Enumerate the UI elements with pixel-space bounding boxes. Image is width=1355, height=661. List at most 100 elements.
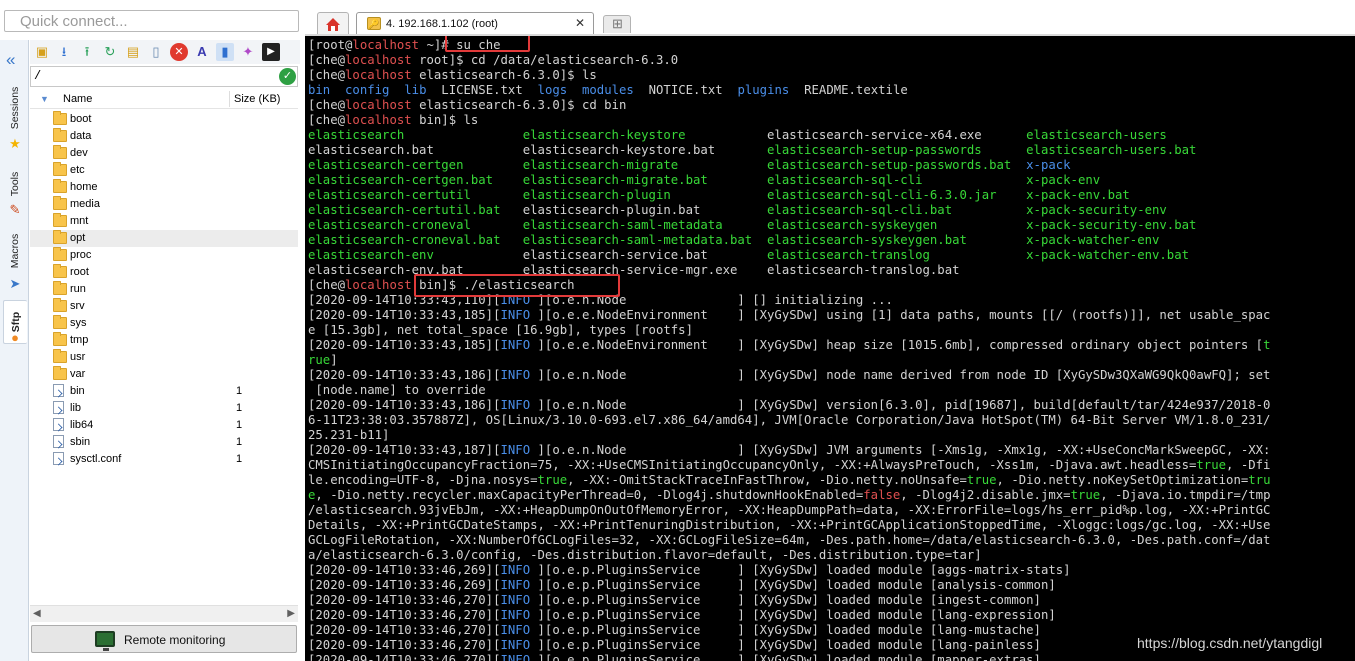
- file-row[interactable]: root: [30, 264, 298, 281]
- file-row[interactable]: run: [30, 281, 298, 298]
- upload-folder-icon[interactable]: ▣: [33, 43, 51, 61]
- file-row[interactable]: data: [30, 128, 298, 145]
- sftp-path-input[interactable]: /: [30, 66, 298, 87]
- file-row[interactable]: var: [30, 366, 298, 383]
- terminal-segment: [node.name] to override: [308, 383, 486, 397]
- terminal-segment: [2020-09-14T10:33:43,185][: [308, 338, 501, 352]
- terminal-segment: [root@: [308, 38, 353, 52]
- file-row[interactable]: mnt: [30, 213, 298, 230]
- terminal-segment: , -Dio.netty.recycler.maxCapacityPerThre…: [315, 488, 864, 502]
- terminal-segment: localhost: [345, 53, 412, 67]
- properties-icon[interactable]: ▮: [216, 43, 234, 61]
- folder-icon: [53, 162, 67, 176]
- folder-icon: [53, 281, 67, 295]
- tab-session-root[interactable]: 🔑 4. 192.168.1.102 (root) ✕: [356, 12, 594, 35]
- terminal-segment: modules: [581, 83, 634, 97]
- terminal-segment: README.textile: [789, 83, 908, 97]
- refresh-icon[interactable]: ↻: [101, 43, 119, 61]
- tab-macros[interactable]: Macros: [3, 225, 27, 277]
- file-row-selected[interactable]: opt: [30, 230, 298, 247]
- terminal-segment: lib: [404, 83, 427, 97]
- terminal-segment: ][o.e.n.Node ] [XyGySDw] node name deriv…: [530, 368, 1271, 382]
- scroll-right-icon[interactable]: ▶: [287, 608, 295, 619]
- download-icon[interactable]: ⭳: [55, 43, 73, 61]
- new-file-icon[interactable]: ▯: [147, 43, 165, 61]
- file-row[interactable]: media: [30, 196, 298, 213]
- file-list-header: ▼ Name Size (KB): [30, 89, 298, 109]
- terminal-icon[interactable]: ▶: [262, 43, 280, 61]
- new-folder-icon[interactable]: ▤: [124, 43, 142, 61]
- terminal-segment: INFO: [500, 563, 531, 577]
- file-row[interactable]: home: [30, 179, 298, 196]
- terminal-view[interactable]: [root@localhost ~]# su che [che@localhost…: [305, 34, 1355, 661]
- terminal-line: [che@localhost elasticsearch-6.3.0]$ cd …: [308, 98, 1270, 113]
- terminal-segment: , -XX:-OmitStackTraceInFastThrow, -Dio.n…: [567, 473, 967, 487]
- file-row[interactable]: sys: [30, 315, 298, 332]
- file-row[interactable]: proc: [30, 247, 298, 264]
- rename-icon[interactable]: A: [193, 43, 211, 61]
- terminal-segment: true: [966, 473, 997, 487]
- terminal-segment: localhost: [352, 38, 420, 52]
- file-row[interactable]: usr: [30, 349, 298, 366]
- folder-icon: [53, 298, 67, 312]
- terminal-line: e [15.3gb], net total_space [16.9gb], ty…: [308, 323, 1270, 338]
- terminal-segment: [2020-09-14T10:33:43,186][: [308, 398, 501, 412]
- file-row[interactable]: bin 1: [30, 383, 298, 400]
- highlight-su-che: [445, 36, 530, 52]
- upload-icon[interactable]: ⭱: [78, 43, 96, 61]
- terminal-segment: logs: [537, 83, 568, 97]
- remote-monitoring-label: Remote monitoring: [124, 633, 226, 647]
- collapse-chevron-icon[interactable]: «: [6, 50, 15, 70]
- terminal-segment: ][o.e.n.Node ] [XyGySDw] version[6.3.0],…: [530, 398, 1271, 412]
- terminal-line: elasticsearch-certutil elasticsearch-plu…: [308, 188, 1270, 203]
- file-row[interactable]: srv: [30, 298, 298, 315]
- column-name[interactable]: Name: [63, 93, 92, 105]
- terminal-segment: [2020-09-14T10:33:46,269][: [308, 563, 501, 577]
- folder-icon: [53, 111, 67, 125]
- file-row[interactable]: sbin 1: [30, 434, 298, 451]
- close-tab-icon[interactable]: ✕: [575, 16, 585, 30]
- magic-wand-icon[interactable]: ✦: [239, 43, 257, 61]
- delete-icon[interactable]: ✕: [170, 43, 188, 61]
- tab-tools[interactable]: Tools: [3, 162, 27, 206]
- remote-monitoring-button[interactable]: Remote monitoring: [31, 625, 297, 653]
- terminal-line: CMSInitiatingOccupancyFraction=75, -XX:+…: [308, 458, 1270, 473]
- home-tab[interactable]: [317, 12, 349, 35]
- terminal-line: [che@localhost root]$ cd /data/elasticse…: [308, 53, 1270, 68]
- terminal-segment: [2020-09-14T10:33:46,270][: [308, 608, 501, 622]
- new-tab-button[interactable]: ⊞: [603, 15, 631, 33]
- terminal-line: elasticsearch-certgen.bat elasticsearch-…: [308, 173, 1270, 188]
- terminal-line: [2020-09-14T10:33:43,186][INFO ][o.e.n.N…: [308, 398, 1270, 413]
- quick-connect-input[interactable]: Quick connect...: [4, 10, 299, 32]
- column-size[interactable]: Size (KB): [234, 93, 280, 105]
- file-row[interactable]: sysctl.conf 1: [30, 451, 298, 468]
- file-name: dev: [70, 147, 88, 159]
- terminal-line: [2020-09-14T10:33:46,270][INFO ][o.e.p.P…: [308, 593, 1270, 608]
- terminal-segment: x-pack-security-env.bat: [1018, 218, 1197, 232]
- file-row[interactable]: lib 1: [30, 400, 298, 417]
- terminal-segment: [2020-09-14T10:33:43,186][: [308, 368, 501, 382]
- terminal-segment: LICENSE.txt: [426, 83, 538, 97]
- terminal-segment: elasticsearch-plugin: [522, 188, 768, 202]
- scroll-left-icon[interactable]: ◀: [33, 608, 41, 619]
- file-row[interactable]: tmp: [30, 332, 298, 349]
- file-row[interactable]: boot: [30, 111, 298, 128]
- file-row[interactable]: etc: [30, 162, 298, 179]
- terminal-segment: elasticsearch-setup-passwords.bat: [767, 158, 1027, 172]
- terminal-segment: INFO: [500, 578, 531, 592]
- path-ok-check-icon[interactable]: ✓: [279, 68, 296, 85]
- terminal-line: elasticsearch.bat elasticsearch-keystore…: [308, 143, 1270, 158]
- tab-sessions[interactable]: Sessions: [3, 82, 27, 134]
- horizontal-scrollbar[interactable]: ◀ ▶: [30, 605, 298, 622]
- file-row[interactable]: lib64 1: [30, 417, 298, 434]
- terminal-segment: elasticsearch-users.bat: [1026, 143, 1197, 157]
- terminal-segment: elasticsearch-translog: [767, 248, 1027, 262]
- file-name: srv: [70, 300, 85, 312]
- file-size: 1: [236, 436, 243, 448]
- terminal-segment: INFO: [500, 308, 531, 322]
- file-size: 1: [236, 453, 243, 465]
- terminal-segment: elasticsearch-service.bat: [522, 248, 768, 262]
- file-row[interactable]: dev: [30, 145, 298, 162]
- terminal-segment: elasticsearch: [308, 128, 523, 142]
- terminal-segment: Details, -XX:+PrintGCDateStamps, -XX:+Pr…: [308, 518, 1271, 532]
